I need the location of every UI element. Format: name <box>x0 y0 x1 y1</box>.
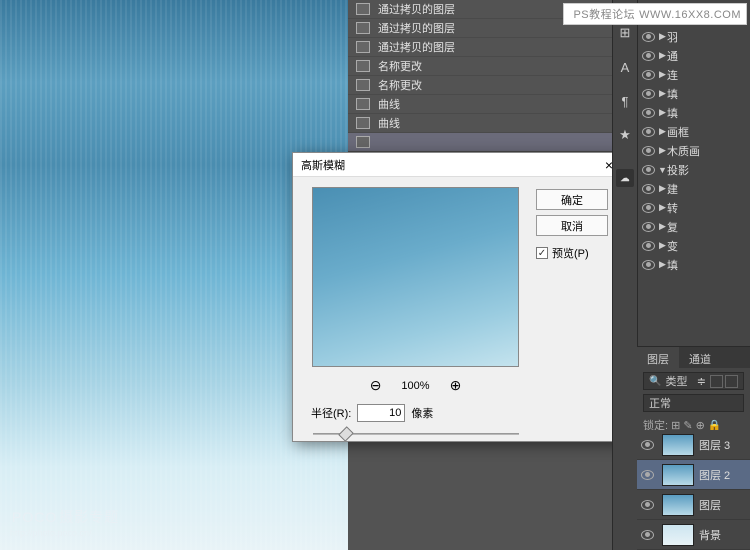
visibility-icon[interactable] <box>641 500 654 510</box>
visibility-icon[interactable] <box>642 241 655 251</box>
watermark: PS教程论坛WWW.16XX8.COM <box>563 3 747 25</box>
radius-slider[interactable] <box>313 427 519 441</box>
preview-checkbox[interactable]: ✓预览(P) <box>536 245 608 261</box>
layer-group-row[interactable]: ▶画框 <box>638 122 750 141</box>
visibility-icon[interactable] <box>642 89 655 99</box>
zoom-in-icon[interactable]: ⊕ <box>450 377 462 394</box>
visibility-icon[interactable] <box>642 70 655 80</box>
visibility-icon[interactable] <box>642 184 655 194</box>
visibility-icon[interactable] <box>642 203 655 213</box>
blur-preview[interactable] <box>312 187 519 367</box>
layer-group-row[interactable]: ▶通 <box>638 46 750 65</box>
type-tool-icon[interactable]: A <box>617 59 633 75</box>
layer-thumbnail <box>662 494 694 516</box>
radius-input[interactable] <box>357 404 405 422</box>
layer-group-row[interactable]: ▶填 <box>638 255 750 274</box>
visibility-icon[interactable] <box>642 165 655 175</box>
visibility-icon[interactable] <box>642 32 655 42</box>
history-item[interactable]: 名称更改 <box>348 57 618 76</box>
history-item[interactable]: 名称更改 <box>348 76 618 95</box>
zoom-out-icon[interactable]: ⊖ <box>370 377 382 394</box>
visibility-icon[interactable] <box>641 470 654 480</box>
layer-row[interactable]: 背景 <box>637 520 750 550</box>
visibility-icon[interactable] <box>642 146 655 156</box>
layer-row[interactable]: 图层 <box>637 490 750 520</box>
panel-tabs: 图层 通道 <box>637 346 750 368</box>
ok-button[interactable]: 确定 <box>536 189 608 210</box>
layer-options: 🔍类型≑ 正常 锁定:⊞ ✎ ⊕ 🔒 <box>637 368 750 438</box>
layer-thumbnail <box>662 434 694 456</box>
layer-group-row[interactable]: ▶填 <box>638 103 750 122</box>
layer-group-row[interactable]: ▶变 <box>638 236 750 255</box>
visibility-icon[interactable] <box>642 51 655 61</box>
layer-group-row[interactable]: ▼投影 <box>638 160 750 179</box>
history-item[interactable]: 曲线 <box>348 114 618 133</box>
layer-group-row[interactable]: ▶转 <box>638 198 750 217</box>
visibility-icon[interactable] <box>642 222 655 232</box>
history-item[interactable]: 通过拷贝的图层 <box>348 38 618 57</box>
layer-group-row[interactable]: ▶建 <box>638 179 750 198</box>
layer-group-row[interactable]: ▶木质画 <box>638 141 750 160</box>
layer-group-row[interactable]: ▶复 <box>638 217 750 236</box>
layer-row[interactable]: 图层 3 <box>637 430 750 460</box>
gaussian-blur-dialog: 高斯模糊 × ⊖ 100% ⊕ 半径(R): 像素 确定 取消 ✓预览(P) <box>292 152 628 442</box>
layer-thumbnail <box>662 524 694 546</box>
radius-label: 半径(R): <box>311 405 351 421</box>
zoom-level: 100% <box>401 380 429 392</box>
blend-mode[interactable]: 正常 <box>643 394 744 412</box>
paragraph-icon[interactable]: ¶ <box>617 93 633 109</box>
visibility-icon[interactable] <box>642 127 655 137</box>
history-item[interactable]: 曲线 <box>348 95 618 114</box>
layer-row[interactable]: 图层 2 <box>637 460 750 490</box>
tool-icon[interactable]: ⊞ <box>617 25 633 41</box>
layer-list: 图层 3图层 2图层背景 <box>637 430 750 550</box>
layer-group-row[interactable]: ▶羽 <box>638 27 750 46</box>
radius-unit: 像素 <box>411 405 433 421</box>
cancel-button[interactable]: 取消 <box>536 215 608 236</box>
poco-logo: POCO摄影专题 http://photo.poco.cn/ <box>10 505 119 538</box>
visibility-icon[interactable] <box>642 260 655 270</box>
visibility-icon[interactable] <box>641 530 654 540</box>
cc-badge[interactable]: ☁ <box>616 169 634 187</box>
history-item[interactable] <box>348 133 618 152</box>
layer-group-row[interactable]: ▶填 <box>638 84 750 103</box>
layer-filter[interactable]: 🔍类型≑ <box>643 372 744 390</box>
layer-group-row[interactable]: ▶连 <box>638 65 750 84</box>
tab-channels[interactable]: 通道 <box>679 347 721 368</box>
visibility-icon[interactable] <box>642 108 655 118</box>
visibility-icon[interactable] <box>641 440 654 450</box>
dialog-title: 高斯模糊 <box>301 157 345 173</box>
star-icon[interactable]: ★ <box>617 127 633 143</box>
tab-layers[interactable]: 图层 <box>637 347 679 368</box>
right-toolbar: ⊞ A ¶ ★ ☁ <box>612 0 637 550</box>
layer-thumbnail <box>662 464 694 486</box>
